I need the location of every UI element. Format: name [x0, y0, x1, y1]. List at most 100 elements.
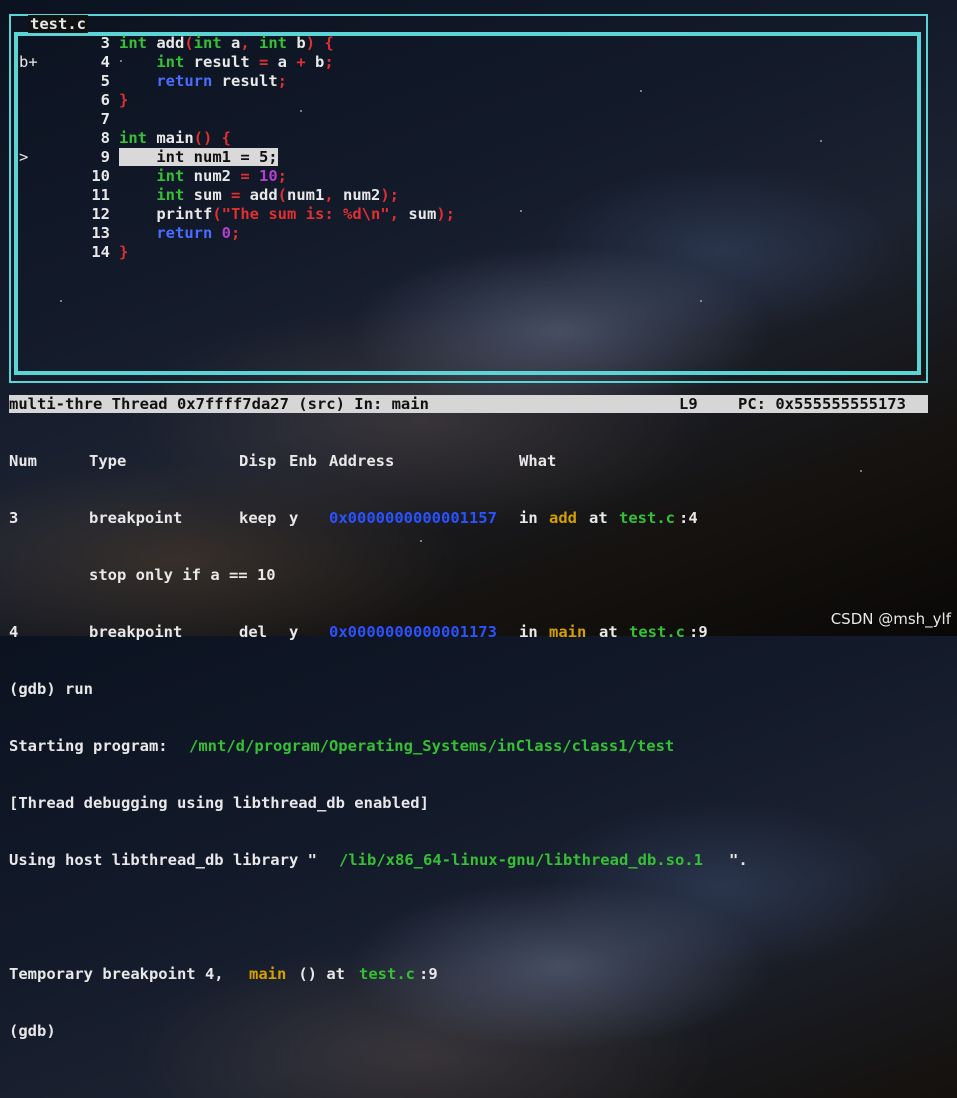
code-token: ( [212, 205, 222, 223]
code-token: a [221, 34, 241, 52]
code-token: result [184, 53, 259, 71]
line-number: 14 [91, 243, 110, 261]
status-program-counter: PC: 0x555555555173 [738, 395, 906, 413]
code-token: return [156, 224, 213, 242]
line-number: 7 [100, 110, 110, 128]
line-number: 8 [100, 129, 110, 147]
source-line[interactable]: 10 int num2 = 10; [0, 167, 940, 186]
source-line[interactable]: 6} [0, 91, 940, 110]
source-line[interactable]: 3 int add(int a, int b) { [0, 34, 940, 53]
source-line[interactable]: 13 return 0; [0, 224, 940, 243]
code-token: sum [184, 186, 231, 204]
code-token: "The sum is: %d\n" [221, 205, 390, 223]
thread-debug-message: [Thread debugging using libthread_db ena… [9, 794, 429, 812]
breakpoint-table-header: Num Type Disp Enb Address What [9, 452, 949, 471]
code-token: b [287, 34, 306, 52]
code-token: ); [380, 186, 400, 204]
source-line[interactable]: b+ 4 int result = a + b; [0, 53, 940, 72]
line-number: 3 [100, 34, 110, 52]
bp-line: :4 [679, 509, 698, 527]
code-token: = [258, 53, 269, 71]
bp-function: add [549, 509, 577, 527]
bp-function: main [549, 623, 587, 641]
code-token: int [193, 34, 222, 52]
code-token: result [212, 72, 278, 90]
code-token: ; [231, 224, 241, 242]
code-token: , [324, 186, 344, 204]
source-line[interactable]: 11 int sum = add(num1, num2); [0, 186, 940, 205]
line-number: 6 [100, 91, 110, 109]
temp-breakpoint-label: Temporary breakpoint 4, [9, 965, 233, 983]
code-token: num2 [343, 186, 381, 204]
gdb-command-area[interactable]: Num Type Disp Enb Address What 3 breakpo… [9, 414, 949, 1060]
bp-what-at: at [589, 509, 608, 527]
program-path: /mnt/d/program/Operating_Systems/inClass… [189, 737, 675, 755]
run-command: (gdb) run [9, 680, 93, 698]
code-token: int [156, 53, 185, 71]
code-token: } [119, 243, 129, 261]
code-token: add [147, 34, 185, 52]
code-token: ( [184, 34, 194, 52]
table-row: 3 breakpoint keep y 0x0000000000001157 i… [9, 509, 949, 528]
source-line[interactable]: >9 int num1 = 5; [0, 148, 940, 167]
code-token: = [231, 186, 241, 204]
code-token: ); [436, 205, 455, 223]
header-type: Type [89, 452, 127, 470]
temp-breakpoint-mid: () at [289, 965, 355, 983]
line-number: 9 [100, 148, 110, 166]
source-line[interactable]: 14} [0, 243, 940, 262]
table-row: 4 breakpoint del y 0x0000000000001173 in… [9, 623, 949, 642]
bp-line: :9 [689, 623, 708, 641]
header-what: What [519, 452, 557, 470]
line-code: return result; [119, 72, 287, 91]
gdb-prompt[interactable]: (gdb) [9, 1022, 56, 1041]
code-token: 10 [249, 167, 278, 185]
source-line[interactable]: 7 [0, 110, 940, 129]
line-code: int sum = add(num1, num2); [119, 186, 399, 205]
source-code-view[interactable]: 3 int add(int a, int b) {b+ 4 int result =… [0, 34, 940, 262]
status-thread-info: multi-thre Thread 0x7ffff7da27 (src) In:… [9, 395, 429, 413]
temp-breakpoint-function: main [249, 965, 287, 983]
line-number: 13 [91, 224, 110, 242]
source-line[interactable]: 5 return result; [0, 72, 940, 91]
status-bar: multi-thre Thread 0x7ffff7da27 (src) In:… [9, 395, 928, 413]
code-token: return [156, 72, 213, 90]
status-line-number: L9 [679, 395, 698, 413]
console-line: Temporary breakpoint 4, main () at test.… [9, 965, 949, 984]
header-num: Num [9, 452, 37, 470]
table-row: stop only if a == 10 [9, 566, 949, 585]
header-disp: Disp [239, 452, 277, 470]
line-number: 10 [91, 167, 110, 185]
code-token: ( [277, 186, 288, 204]
bp-num: 4 [9, 623, 19, 641]
code-token: add [240, 186, 278, 204]
code-token: ; [277, 72, 287, 90]
bp-disp: del [239, 623, 267, 641]
code-token: + [296, 53, 306, 71]
line-code: int add(int a, int b) { [119, 34, 334, 53]
code-token: printf [119, 205, 213, 223]
code-token: a [268, 53, 297, 71]
source-line[interactable]: 8 int main() { [0, 129, 940, 148]
line-code: printf("The sum is: %d\n", sum); [119, 205, 455, 224]
code-token: int num1 = 5; [119, 148, 278, 166]
line-code: int num2 = 10; [119, 167, 287, 186]
bp-file: test.c [629, 623, 685, 641]
line-number: 12 [91, 205, 110, 223]
source-line[interactable]: 12 printf("The sum is: %d\n", sum); [0, 205, 940, 224]
header-address: Address [329, 452, 395, 470]
bp-num: 3 [9, 509, 19, 527]
temp-breakpoint-file: test.c [359, 965, 415, 983]
bp-condition: stop only if a == 10 [89, 566, 276, 584]
source-window-title: test.c [28, 15, 88, 33]
line-code: int result = a + b; [119, 53, 333, 72]
console-line[interactable]: (gdb) [9, 1022, 949, 1041]
host-library-label: Using host libthread_db library " [9, 851, 317, 869]
code-token: sum [408, 205, 437, 223]
bp-address: 0x0000000000001173 [329, 623, 497, 641]
